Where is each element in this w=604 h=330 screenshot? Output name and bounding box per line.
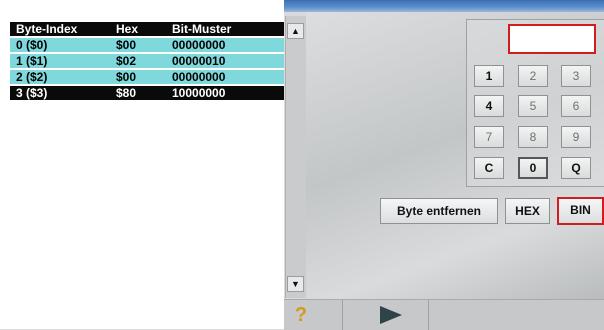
key-quit[interactable]: Q <box>561 157 591 179</box>
cell-bit-pattern: 00000000 <box>172 70 226 84</box>
bin-button[interactable]: BIN <box>557 197 604 225</box>
remove-byte-button[interactable]: Byte entfernen <box>380 198 498 224</box>
cell-bit-pattern: 00000000 <box>172 38 226 52</box>
table-row[interactable]: 2 ($2) $00 00000000 <box>10 70 284 84</box>
key-9[interactable]: 9 <box>561 126 591 148</box>
vertical-scrollbar[interactable]: ▲ ▼ <box>285 16 306 298</box>
key-1[interactable]: 1 <box>474 65 504 87</box>
bottom-toolbar: ? <box>284 299 604 330</box>
table-row[interactable]: 1 ($1) $02 00000010 <box>10 54 284 68</box>
value-display-field[interactable] <box>508 24 596 54</box>
hex-button[interactable]: HEX <box>505 198 550 224</box>
help-icon[interactable]: ? <box>292 304 310 326</box>
scroll-up-button[interactable]: ▲ <box>287 23 304 39</box>
table-header: Byte-Index Hex Bit-Muster <box>10 22 284 36</box>
header-hex: Hex <box>116 22 139 36</box>
cell-byte-index: 3 ($3) <box>16 86 48 100</box>
cell-hex: $02 <box>116 54 137 68</box>
key-2[interactable]: 2 <box>518 65 548 87</box>
key-5[interactable]: 5 <box>518 95 548 117</box>
cell-hex: $00 <box>116 38 137 52</box>
help-segment[interactable]: ? <box>284 300 343 330</box>
play-segment[interactable] <box>342 300 429 330</box>
header-bit-pattern: Bit-Muster <box>172 22 232 36</box>
key-6[interactable]: 6 <box>561 95 591 117</box>
cell-byte-index: 0 ($0) <box>16 38 48 52</box>
key-3[interactable]: 3 <box>561 65 591 87</box>
cell-hex: $00 <box>116 70 137 84</box>
play-icon[interactable] <box>380 306 402 324</box>
cell-byte-index: 2 ($2) <box>16 70 48 84</box>
up-arrow-icon: ▲ <box>291 26 300 36</box>
scroll-down-button[interactable]: ▼ <box>287 276 304 292</box>
cell-bit-pattern: 10000000 <box>172 86 226 100</box>
key-clear[interactable]: C <box>474 157 504 179</box>
down-arrow-icon: ▼ <box>291 279 300 289</box>
cell-bit-pattern: 00000010 <box>172 54 226 68</box>
key-4[interactable]: 4 <box>474 95 504 117</box>
key-8[interactable]: 8 <box>518 126 548 148</box>
table-row-selected[interactable]: 3 ($3) $80 10000000 <box>10 86 284 100</box>
cell-hex: $80 <box>116 86 137 100</box>
key-7[interactable]: 7 <box>474 126 504 148</box>
header-byte-index: Byte-Index <box>16 22 78 36</box>
cell-byte-index: 1 ($1) <box>16 54 48 68</box>
key-0[interactable]: 0 <box>518 157 548 179</box>
byte-table: Byte-Index Hex Bit-Muster 0 ($0) $00 000… <box>0 0 284 329</box>
table-row[interactable]: 0 ($0) $00 00000000 <box>10 38 284 52</box>
